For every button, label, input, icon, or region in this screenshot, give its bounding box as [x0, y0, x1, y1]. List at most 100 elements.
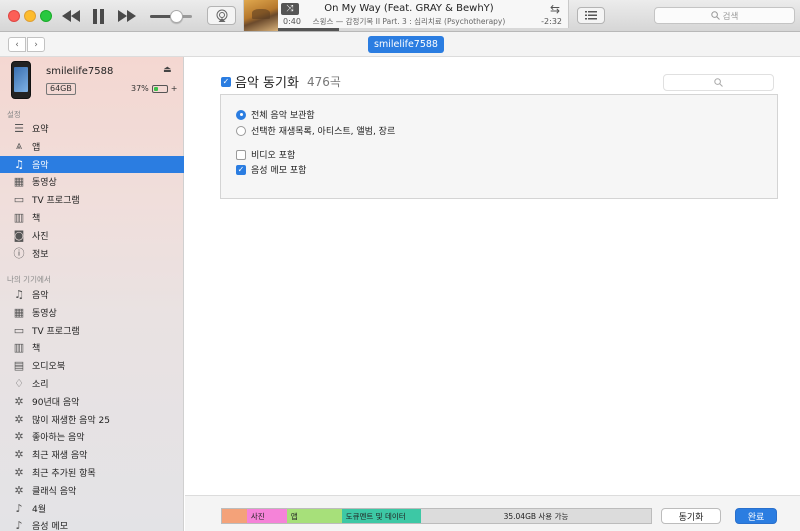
back-button[interactable]: ‹ [8, 37, 26, 52]
list-icon [585, 11, 597, 20]
sidebar-item[interactable]: ⓘ 정보 [0, 245, 184, 262]
sidebar-item-label: 음성 메모 [32, 522, 68, 531]
album-art[interactable] [244, 0, 278, 31]
shuffle-button[interactable]: ⤨ [281, 3, 299, 15]
sidebar-item[interactable]: ✲ 최근 재생 음악 [0, 446, 184, 463]
sync-button[interactable]: 동기화 [661, 508, 721, 524]
music-search-field[interactable] [663, 74, 774, 91]
option-include-videos[interactable]: 비디오 포함 [236, 148, 295, 161]
sidebar-item[interactable]: ♫ 음악 [0, 155, 184, 173]
my-device-section-label: 나의 기기에서 [7, 275, 51, 284]
storage-usage-bar: 사진 앱 도큐멘트 및 데이터 35.04GB 사용 가능 [221, 508, 652, 524]
sidebar-item-label: 90년대 음악 [32, 397, 80, 408]
include-voice-memos-label: 음성 메모 포함 [251, 166, 307, 176]
pause-button[interactable] [90, 6, 106, 26]
sidebar-item[interactable]: ♫ 음악 [0, 286, 184, 303]
sidebar-item[interactable]: ▦ 동영상 [0, 173, 184, 190]
done-button[interactable]: 완료 [735, 508, 777, 524]
sidebar-item[interactable]: ⩓ 앱 [0, 138, 184, 155]
zoom-window-button[interactable] [40, 10, 52, 22]
sidebar-item[interactable]: ✲ 최근 추가된 항목 [0, 464, 184, 481]
entire-library-radio[interactable] [236, 109, 246, 120]
search-icon [710, 11, 720, 20]
elapsed-time: 0:40 [283, 17, 301, 26]
rewind-button[interactable] [60, 6, 82, 26]
audiobook-icon: ▤ [13, 359, 25, 373]
bottom-bar: 사진 앱 도큐멘트 및 데이터 35.04GB 사용 가능 동기화 완료 [185, 495, 800, 531]
main-content: ✓ 음악 동기화 476곡 전체 음악 보관함 선택한 재생목록, 아티스트, … [185, 57, 800, 531]
sidebar-item[interactable]: ▥ 책 [0, 339, 184, 356]
gear-icon: ✲ [14, 448, 24, 462]
volume-slider[interactable] [150, 10, 192, 23]
title-bar: ⤨ 0:40 On My Way (Feat. GRAY & BewhY) 스윙… [0, 0, 800, 32]
summary-icon: ☰ [14, 122, 24, 135]
sidebar-item[interactable]: ✲ 많이 재생한 음악 25 [0, 411, 184, 428]
sidebar-item-label: 좋아하는 음악 [32, 433, 85, 444]
playback-progress-bar[interactable] [278, 28, 570, 31]
storage-segment: 앱 [286, 509, 342, 523]
camera-icon: ◙ [13, 228, 25, 242]
sync-music-checkbox[interactable]: ✓ [221, 76, 231, 87]
sidebar-item[interactable]: ✲ 좋아하는 음악 [0, 428, 184, 445]
close-window-button[interactable] [8, 10, 20, 22]
search-icon [714, 78, 723, 87]
sidebar-item[interactable]: ♪ 4월 [0, 500, 184, 517]
sidebar-item-label: TV 프로그램 [32, 326, 80, 337]
sidebar-item[interactable]: ✲ 90년대 음악 [0, 393, 184, 410]
remaining-time: -2:32 [541, 17, 562, 26]
option-selected-items[interactable]: 선택한 재생목록, 아티스트, 앨범, 장르 [236, 124, 395, 137]
sync-music-title: 음악 동기화 [235, 76, 299, 91]
rewind-icon [62, 10, 80, 22]
eject-button[interactable]: ⏏ [163, 65, 172, 75]
sidebar-item[interactable]: ☰ 요약 [0, 120, 184, 137]
option-entire-library[interactable]: 전체 음악 보관함 [236, 108, 315, 121]
playback-progress-fill [278, 28, 340, 31]
film-icon: ▦ [13, 175, 25, 189]
fast-forward-button[interactable] [116, 6, 138, 26]
film-icon: ▦ [13, 305, 25, 319]
sidebar-item[interactable]: ✲ 클래식 음악 [0, 482, 184, 499]
search-field[interactable]: 검색 [654, 7, 795, 24]
sidebar-item-label: 동영상 [32, 308, 57, 319]
music-note-icon: ♫ [14, 157, 24, 171]
sidebar-item[interactable]: ▦ 동영상 [0, 304, 184, 321]
include-videos-checkbox[interactable] [236, 149, 246, 160]
chevron-left-icon: ‹ [15, 39, 19, 50]
forward-button[interactable]: › [27, 37, 45, 52]
gear-icon: ✲ [14, 466, 24, 479]
option-include-voice-memos[interactable]: ✓ 음성 메모 포함 [236, 163, 306, 176]
book-icon: ▥ [13, 211, 25, 224]
sync-options-panel: 전체 음악 보관함 선택한 재생목록, 아티스트, 앨범, 장르 비디오 포함 … [220, 94, 778, 199]
volume-knob[interactable] [170, 10, 184, 23]
repeat-icon: ⇆ [549, 2, 560, 16]
sidebar-item[interactable]: ▤ 오디오북 [0, 357, 184, 374]
sidebar-item-label: 사진 [32, 231, 49, 242]
shuffle-icon: ⤨ [286, 4, 294, 14]
sidebar-item[interactable]: ▥ 책 [0, 209, 184, 226]
gear-icon: ✲ [14, 483, 24, 497]
up-next-button[interactable] [577, 7, 605, 24]
sidebar-item[interactable]: ♪ 음성 메모 [0, 517, 184, 531]
sidebar-item-label: 책 [32, 214, 41, 224]
book-icon: ▥ [13, 341, 25, 355]
sidebar-item[interactable]: ▭ TV 프로그램 [0, 322, 184, 339]
charging-icon: + [170, 84, 178, 93]
device-name: smilelife7588 [46, 66, 114, 77]
tv-icon: ▭ [13, 193, 25, 207]
sidebar-item[interactable]: ◙ 사진 [0, 227, 184, 244]
include-voice-memos-checkbox[interactable]: ✓ [236, 164, 246, 175]
sidebar-item[interactable]: ♢ 소리 [0, 375, 184, 392]
storage-segment: 도큐멘트 및 데이터 [341, 509, 422, 523]
sync-music-header: ✓ 음악 동기화 476곡 [221, 72, 341, 91]
bell-icon: ♢ [14, 377, 24, 390]
sidebar-item-label: 음악 [32, 160, 49, 171]
airplay-button[interactable] [207, 6, 236, 25]
sidebar: smilelife7588 ⏏ 64GB 37% + 설정 ☰ 요약 ⩓ 앱 ♫ 음악 ▦ 동… [0, 57, 184, 531]
sidebar-item[interactable]: ▭ TV 프로그램 [0, 191, 184, 208]
fast-forward-icon [118, 10, 136, 22]
repeat-button[interactable]: ⇆ [550, 2, 560, 16]
device-button[interactable]: smilelife7588 [368, 36, 444, 53]
song-artist-album: 스윙스 — 감정기복 II Part. 3 : 심리치료 (Psychother… [312, 17, 506, 26]
selected-items-radio[interactable] [236, 125, 246, 136]
minimize-window-button[interactable] [24, 10, 36, 22]
